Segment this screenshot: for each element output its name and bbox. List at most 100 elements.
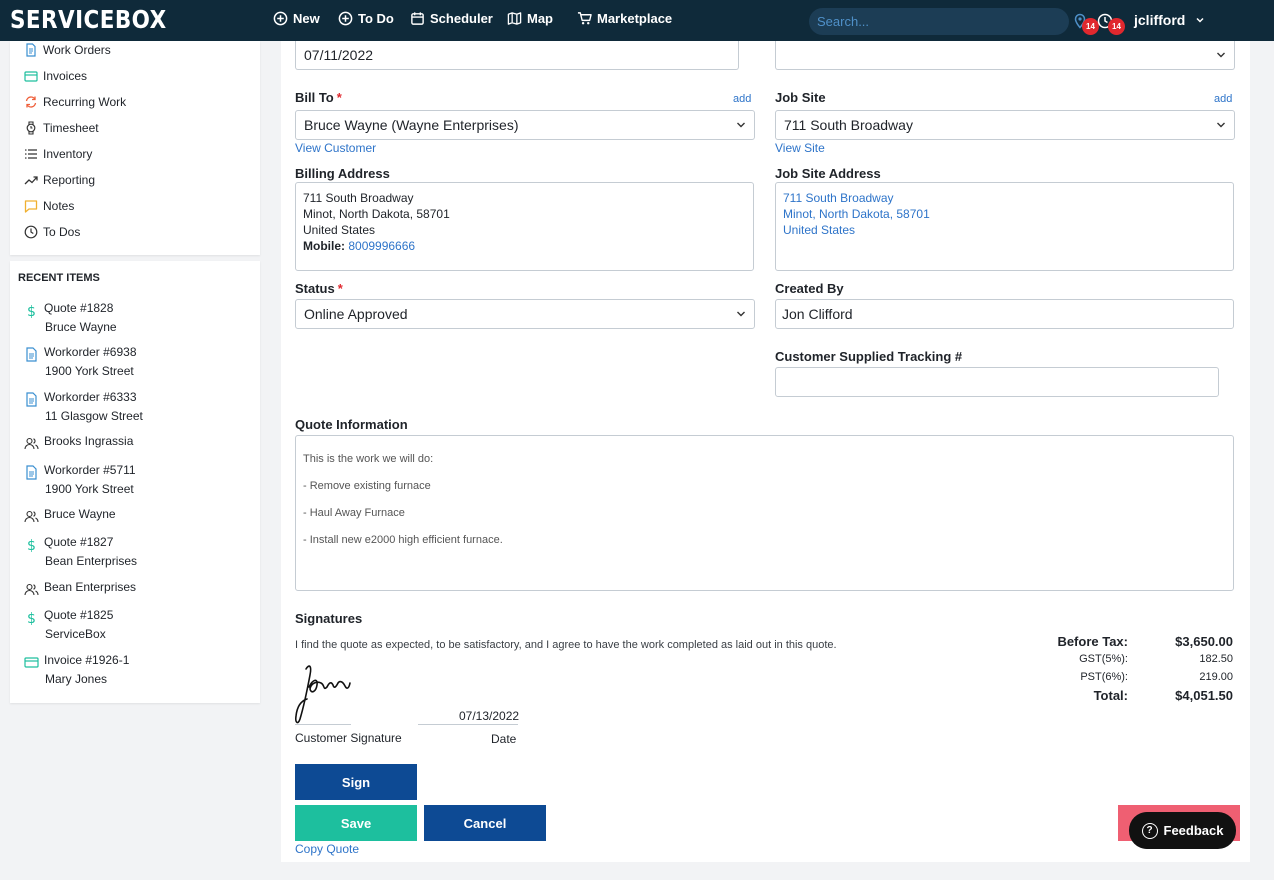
svg-text:$: $ xyxy=(27,538,36,552)
cancel-button[interactable]: Cancel xyxy=(424,805,546,841)
before-tax-label: Before Tax: xyxy=(1057,634,1128,649)
sidebar-menu: Work Orders Invoices Recurring Work Time… xyxy=(10,41,260,255)
billing-address-line: United States xyxy=(303,223,376,237)
status-label-text: Status xyxy=(295,281,335,296)
bill-to-select[interactable]: Bruce Wayne (Wayne Enterprises) xyxy=(295,110,755,140)
sidebar-item-work-orders[interactable]: Work Orders xyxy=(24,43,111,57)
recurring-icon xyxy=(25,96,37,108)
sidebar-item-notes[interactable]: Notes xyxy=(24,199,74,213)
job-site-address-line: United States xyxy=(783,223,856,237)
sidebar-item-recurring-work[interactable]: Recurring Work xyxy=(24,95,126,109)
recent-item-title: Workorder #6333 xyxy=(44,390,137,404)
top-right-select[interactable] xyxy=(775,41,1235,70)
sidebar-item-to-dos[interactable]: To Dos xyxy=(24,225,80,239)
total-row: Total: $4,051.50 xyxy=(1033,688,1233,703)
job-site-select[interactable]: 711 South Broadway xyxy=(775,110,1235,140)
date-label: Date xyxy=(491,732,517,746)
nav-todo[interactable]: To Do xyxy=(338,11,394,26)
signature-agreement-text: I find the quote as expected, to be sati… xyxy=(295,639,837,651)
tracking-input[interactable] xyxy=(775,367,1219,397)
copy-quote-link[interactable]: Copy Quote xyxy=(295,842,359,856)
add-customer-link[interactable]: add xyxy=(733,93,751,105)
recent-items-panel: RECENT ITEMS $ Quote #1828 Bruce Wayne W… xyxy=(10,261,260,703)
svg-text:$: $ xyxy=(27,304,36,318)
mobile-number[interactable]: 8009996666 xyxy=(348,239,415,253)
sidebar-item-label: Inventory xyxy=(43,147,93,161)
nav-map-label: Map xyxy=(527,11,553,26)
chevron-down-icon xyxy=(737,311,745,317)
dollar-icon: $ xyxy=(27,611,36,625)
job-site-address-box[interactable]: 711 South Broadway Minot, North Dakota, … xyxy=(775,182,1234,271)
nav-scheduler[interactable]: Scheduler xyxy=(410,11,493,26)
date-field[interactable]: 07/11/2022 xyxy=(295,41,739,70)
created-by-label: Created By xyxy=(775,281,844,296)
document-icon xyxy=(26,347,37,362)
plus-circle-icon xyxy=(338,11,353,26)
sidebar-item-invoices[interactable]: Invoices xyxy=(24,69,87,83)
user-menu[interactable]: jclifford xyxy=(1134,12,1205,28)
question-icon: ? xyxy=(1141,822,1158,839)
sidebar-item-reporting[interactable]: Reporting xyxy=(24,173,95,187)
feedback-button[interactable]: ? Feedback xyxy=(1129,812,1236,849)
nav-marketplace[interactable]: Marketplace xyxy=(577,11,672,26)
nav-marketplace-label: Marketplace xyxy=(597,11,673,26)
sidebar-item-inventory[interactable]: Inventory xyxy=(24,147,92,161)
add-job-site-link[interactable]: add xyxy=(1214,93,1232,105)
plus-circle-icon xyxy=(273,11,288,26)
total-value: $4,051.50 xyxy=(1175,688,1233,703)
recent-item-sub: Bruce Wayne xyxy=(45,320,117,334)
clock-badge: 14 xyxy=(1108,18,1125,35)
bill-to-label-text: Bill To xyxy=(295,90,334,105)
billing-address-box[interactable]: 711 South Broadway Minot, North Dakota, … xyxy=(295,182,754,271)
gst-value: 182.50 xyxy=(1199,653,1233,665)
top-nav-bar: SERVICEBOX New To Do Scheduler Map Marke… xyxy=(0,0,1274,41)
bill-to-value: Bruce Wayne (Wayne Enterprises) xyxy=(304,117,519,133)
nav-new-label: New xyxy=(293,11,320,26)
quote-info-line: This is the work we will do: xyxy=(303,453,434,465)
billing-address-line: 711 South Broadway xyxy=(303,191,414,205)
nav-map[interactable]: Map xyxy=(507,11,553,26)
status-select[interactable]: Online Approved xyxy=(295,299,755,329)
chevron-down-icon xyxy=(1196,17,1204,23)
sidebar-item-label: Recurring Work xyxy=(43,95,127,109)
calendar-icon xyxy=(411,12,424,25)
search-input[interactable] xyxy=(809,8,1069,35)
quote-info-line: - Remove existing furnace xyxy=(303,480,431,492)
billing-address-label: Billing Address xyxy=(295,166,390,181)
quote-information-editor[interactable]: This is the work we will do: - Remove ex… xyxy=(295,435,1234,591)
nav-new[interactable]: New xyxy=(273,11,320,26)
svg-text:$: $ xyxy=(27,611,36,625)
view-site-link[interactable]: View Site xyxy=(775,141,825,155)
dollar-icon: $ xyxy=(27,538,36,552)
chevron-down-icon xyxy=(737,122,745,128)
document-icon xyxy=(26,465,37,480)
signature-line xyxy=(295,724,351,725)
view-customer-link[interactable]: View Customer xyxy=(295,141,376,155)
quote-information-label: Quote Information xyxy=(295,417,408,432)
recent-item-title: Bruce Wayne xyxy=(44,507,116,521)
recent-item-sub: 11 Glasgow Street xyxy=(45,409,143,423)
recent-item-title: Invoice #1926-1 xyxy=(44,653,130,667)
map-icon xyxy=(507,12,522,25)
recent-item-title: Quote #1828 xyxy=(44,301,114,315)
save-button[interactable]: Save xyxy=(295,805,417,841)
recent-item-title: Quote #1825 xyxy=(44,608,114,622)
quote-info-line: - Haul Away Furnace xyxy=(303,507,405,519)
gst-label: GST(5%): xyxy=(1079,653,1128,665)
sidebar-item-timesheet[interactable]: Timesheet xyxy=(24,121,99,135)
invoice-icon xyxy=(24,657,39,668)
pst-value: 219.00 xyxy=(1199,671,1233,683)
date-line xyxy=(418,724,518,725)
required-asterisk: * xyxy=(336,90,342,105)
chevron-down-icon xyxy=(1217,52,1225,58)
servicebox-logo[interactable]: SERVICEBOX xyxy=(10,5,167,34)
sign-button[interactable]: Sign xyxy=(295,764,417,800)
signature-date-value: 07/13/2022 xyxy=(459,709,520,723)
customer-signature-label: Customer Signature xyxy=(295,731,402,745)
recent-item-title: Quote #1827 xyxy=(44,535,114,549)
mobile-label: Mobile: xyxy=(303,239,345,253)
recent-item-sub: 1900 York Street xyxy=(45,482,134,496)
username: jclifford xyxy=(1134,12,1186,28)
created-by-field[interactable]: Jon Clifford xyxy=(775,299,1234,329)
sidebar-item-label: Work Orders xyxy=(43,43,111,57)
